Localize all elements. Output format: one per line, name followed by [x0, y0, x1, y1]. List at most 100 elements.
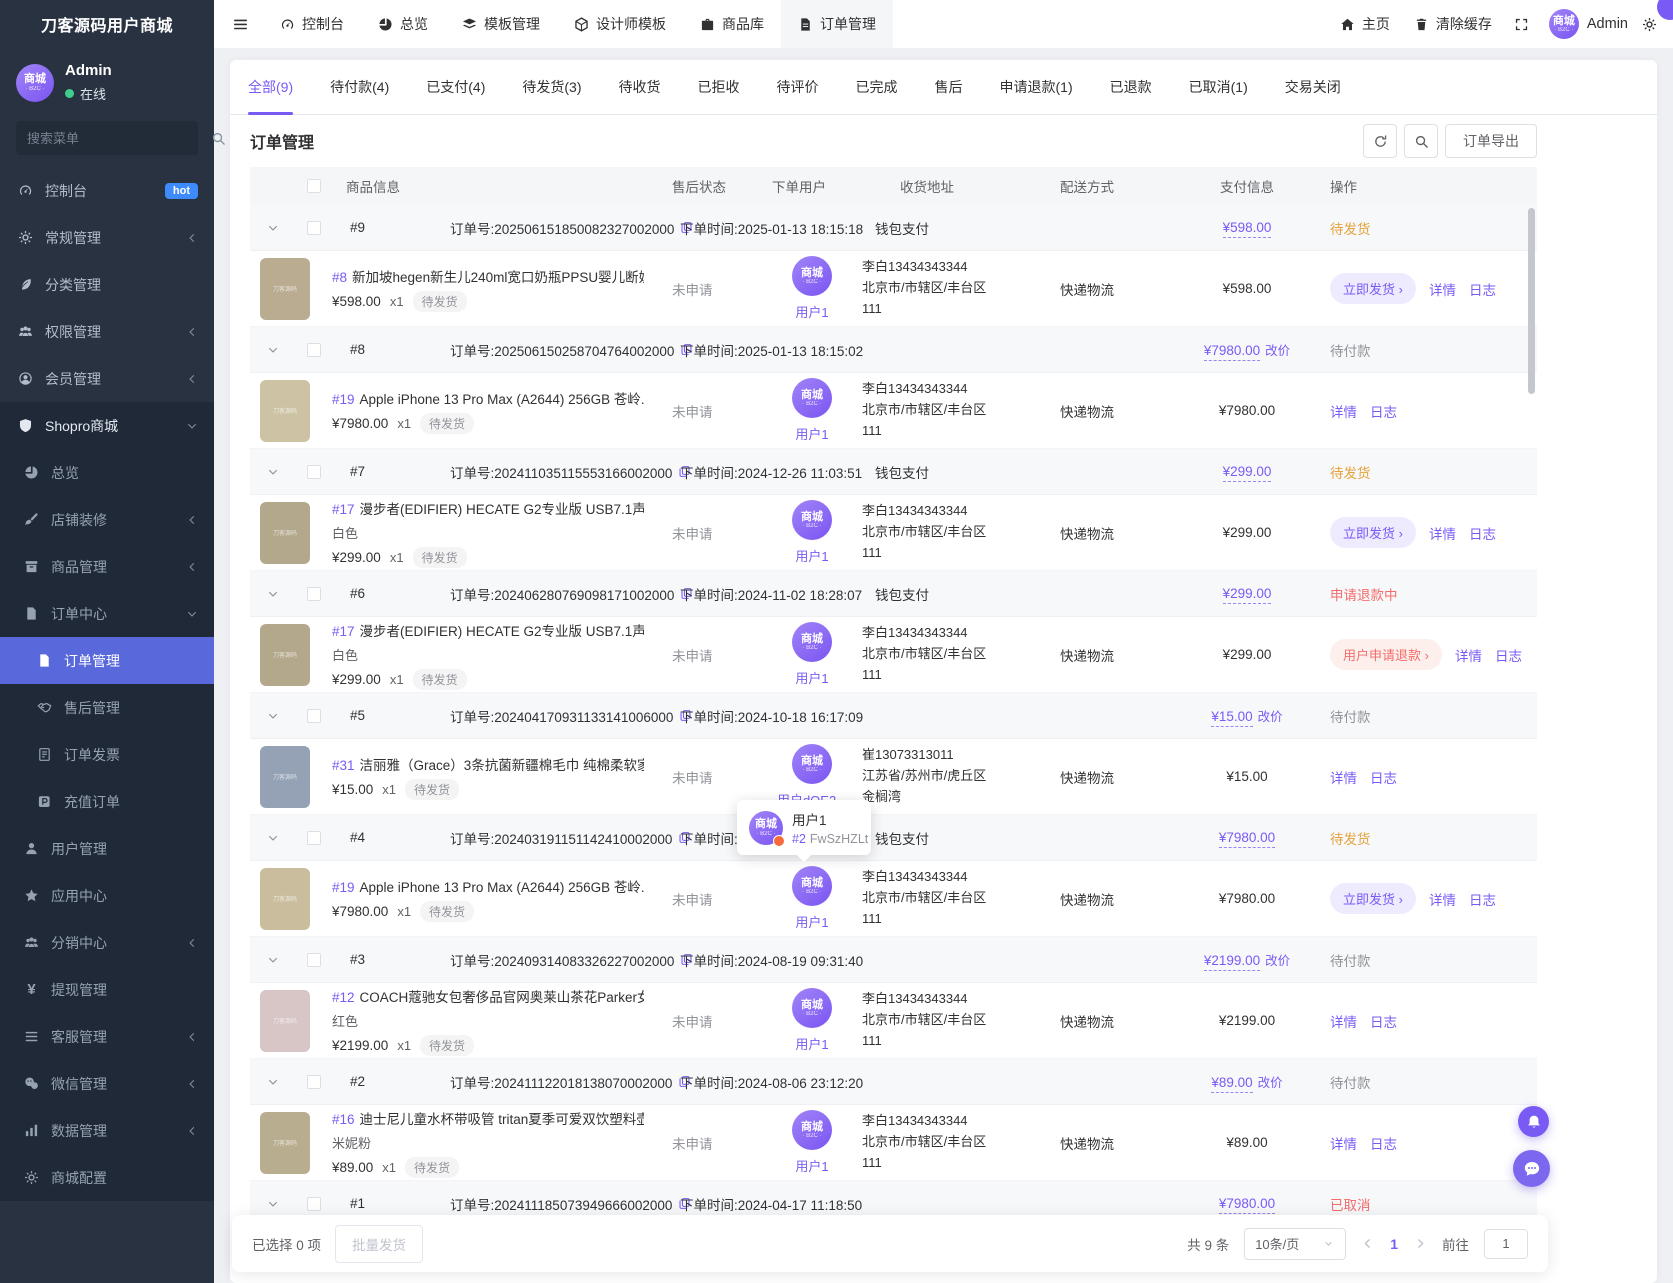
expand-chevron-icon[interactable]: [250, 954, 296, 966]
nav-right-item-1[interactable]: 清除缓存: [1402, 0, 1504, 48]
sidebar-item-7[interactable]: 店铺装修: [0, 496, 214, 543]
tab-6[interactable]: 待评价: [777, 60, 819, 115]
tab-10[interactable]: 已退款: [1110, 60, 1152, 115]
tab-12[interactable]: 交易关闭: [1285, 60, 1341, 115]
row-checkbox[interactable]: [307, 953, 321, 967]
row-checkbox[interactable]: [307, 465, 321, 479]
buyer-avatar[interactable]: 商城· B2C ·: [792, 256, 832, 296]
sidebar-item-15[interactable]: 应用中心: [0, 872, 214, 919]
expand-chevron-icon[interactable]: [250, 222, 296, 234]
order-price[interactable]: ¥299.00: [1192, 586, 1302, 601]
order-price[interactable]: ¥299.00: [1192, 464, 1302, 479]
log-link[interactable]: 日志: [1469, 279, 1496, 299]
sidebar-item-19[interactable]: 微信管理: [0, 1060, 214, 1107]
product-sku-link[interactable]: #17: [332, 502, 355, 517]
sidebar-user[interactable]: 商城 · B2C · Admin 在线: [0, 48, 214, 111]
tab-9[interactable]: 申请退款(1): [1000, 60, 1073, 115]
tab-1[interactable]: 待付款(4): [330, 60, 389, 115]
search-icon[interactable]: [211, 131, 226, 146]
detail-link[interactable]: 详情: [1330, 1011, 1357, 1031]
order-price[interactable]: ¥7980.00改价: [1192, 340, 1302, 359]
buyer-link[interactable]: 用户1: [795, 546, 828, 565]
order-price[interactable]: ¥2199.00改价: [1192, 950, 1302, 969]
ship-now-button[interactable]: 立即发货 ›: [1330, 883, 1416, 914]
buyer-link[interactable]: 用户1: [795, 1156, 828, 1175]
ship-now-button[interactable]: 立即发货 ›: [1330, 517, 1416, 548]
sidebar-item-21[interactable]: 商城配置: [0, 1154, 214, 1201]
sidebar-item-5[interactable]: Shopro商城: [0, 402, 214, 449]
order-price[interactable]: ¥89.00改价: [1192, 1072, 1302, 1091]
product-image[interactable]: 刀客源码: [260, 1112, 310, 1174]
export-button[interactable]: 订单导出: [1445, 124, 1537, 158]
buyer-avatar[interactable]: 商城· B2C ·: [792, 622, 832, 662]
sidebar-item-14[interactable]: 用户管理: [0, 825, 214, 872]
detail-link[interactable]: 详情: [1330, 1133, 1357, 1153]
admin-avatar[interactable]: 商城 · B2C ·: [1549, 9, 1579, 39]
buyer-link[interactable]: 用户1: [795, 302, 828, 321]
sidebar-item-8[interactable]: 商品管理: [0, 543, 214, 590]
product-image[interactable]: 刀客源码: [260, 380, 310, 442]
buyer-avatar[interactable]: 商城· B2C ·: [792, 988, 832, 1028]
log-link[interactable]: 日志: [1370, 1133, 1397, 1153]
product-image[interactable]: 刀客源码: [260, 868, 310, 930]
order-price[interactable]: ¥598.00: [1192, 220, 1302, 235]
buyer-link[interactable]: 用户1: [795, 424, 828, 443]
row-checkbox[interactable]: [307, 343, 321, 357]
refund-request-button[interactable]: 用户申请退款 ›: [1330, 639, 1442, 670]
current-page[interactable]: 1: [1390, 1236, 1398, 1252]
tab-4[interactable]: 待收货: [619, 60, 661, 115]
expand-chevron-icon[interactable]: [250, 710, 296, 722]
batch-ship-button[interactable]: 批量发货: [335, 1225, 423, 1263]
sidebar-item-3[interactable]: 权限管理: [0, 308, 214, 355]
log-link[interactable]: 日志: [1495, 645, 1522, 665]
product-image[interactable]: 刀客源码: [260, 502, 310, 564]
goto-page-input[interactable]: [1484, 1229, 1528, 1259]
fullscreen-icon[interactable]: [1504, 0, 1539, 48]
menu-search[interactable]: [16, 121, 198, 155]
menu-search-input[interactable]: [27, 131, 203, 146]
buyer-avatar[interactable]: 商城· B2C ·: [792, 378, 832, 418]
product-image[interactable]: 刀客源码: [260, 990, 310, 1052]
product-sku-link[interactable]: #8: [332, 270, 347, 285]
expand-chevron-icon[interactable]: [250, 832, 296, 844]
product-sku-link[interactable]: #19: [332, 880, 355, 895]
buyer-avatar[interactable]: 商城· B2C ·: [792, 500, 832, 540]
buyer-link[interactable]: 用户1: [795, 668, 828, 687]
chat-button[interactable]: [1513, 1150, 1550, 1187]
row-checkbox[interactable]: [307, 831, 321, 845]
tab-2[interactable]: 已支付(4): [426, 60, 485, 115]
sidebar-item-6[interactable]: 总览: [0, 449, 214, 496]
tab-0[interactable]: 全部(9): [248, 60, 293, 115]
detail-link[interactable]: 详情: [1429, 279, 1456, 299]
sidebar-item-17[interactable]: ¥提现管理: [0, 966, 214, 1013]
product-sku-link[interactable]: #19: [332, 392, 355, 407]
sidebar-item-9[interactable]: 订单中心: [0, 590, 214, 637]
buyer-avatar[interactable]: 商城· B2C ·: [792, 866, 832, 906]
expand-chevron-icon[interactable]: [250, 344, 296, 356]
row-checkbox[interactable]: [307, 587, 321, 601]
scrollbar-thumb[interactable]: [1528, 208, 1535, 394]
nav-item-0[interactable]: 控制台: [263, 0, 361, 48]
expand-chevron-icon[interactable]: [250, 588, 296, 600]
tab-8[interactable]: 售后: [935, 60, 963, 115]
notification-bell-button[interactable]: [1518, 1106, 1549, 1137]
product-image[interactable]: 刀客源码: [260, 746, 310, 808]
sidebar-item-4[interactable]: 会员管理: [0, 355, 214, 402]
order-price[interactable]: ¥15.00改价: [1192, 706, 1302, 725]
product-image[interactable]: 刀客源码: [260, 258, 310, 320]
order-price[interactable]: ¥7980.00: [1192, 830, 1302, 845]
buyer-link[interactable]: 用户1: [795, 1034, 828, 1053]
row-checkbox[interactable]: [307, 221, 321, 235]
detail-link[interactable]: 详情: [1429, 889, 1456, 909]
sidebar-item-18[interactable]: 客服管理: [0, 1013, 214, 1060]
select-all-checkbox[interactable]: [307, 179, 321, 193]
sidebar-item-12[interactable]: 订单发票: [0, 731, 214, 778]
expand-chevron-icon[interactable]: [250, 1076, 296, 1088]
sidebar-item-16[interactable]: 分销中心: [0, 919, 214, 966]
prev-page-icon[interactable]: [1361, 1237, 1374, 1250]
nav-item-3[interactable]: 设计师模板: [557, 0, 683, 48]
tab-5[interactable]: 已拒收: [698, 60, 740, 115]
log-link[interactable]: 日志: [1370, 767, 1397, 787]
detail-link[interactable]: 详情: [1330, 767, 1357, 787]
sidebar-item-13[interactable]: 充值订单: [0, 778, 214, 825]
